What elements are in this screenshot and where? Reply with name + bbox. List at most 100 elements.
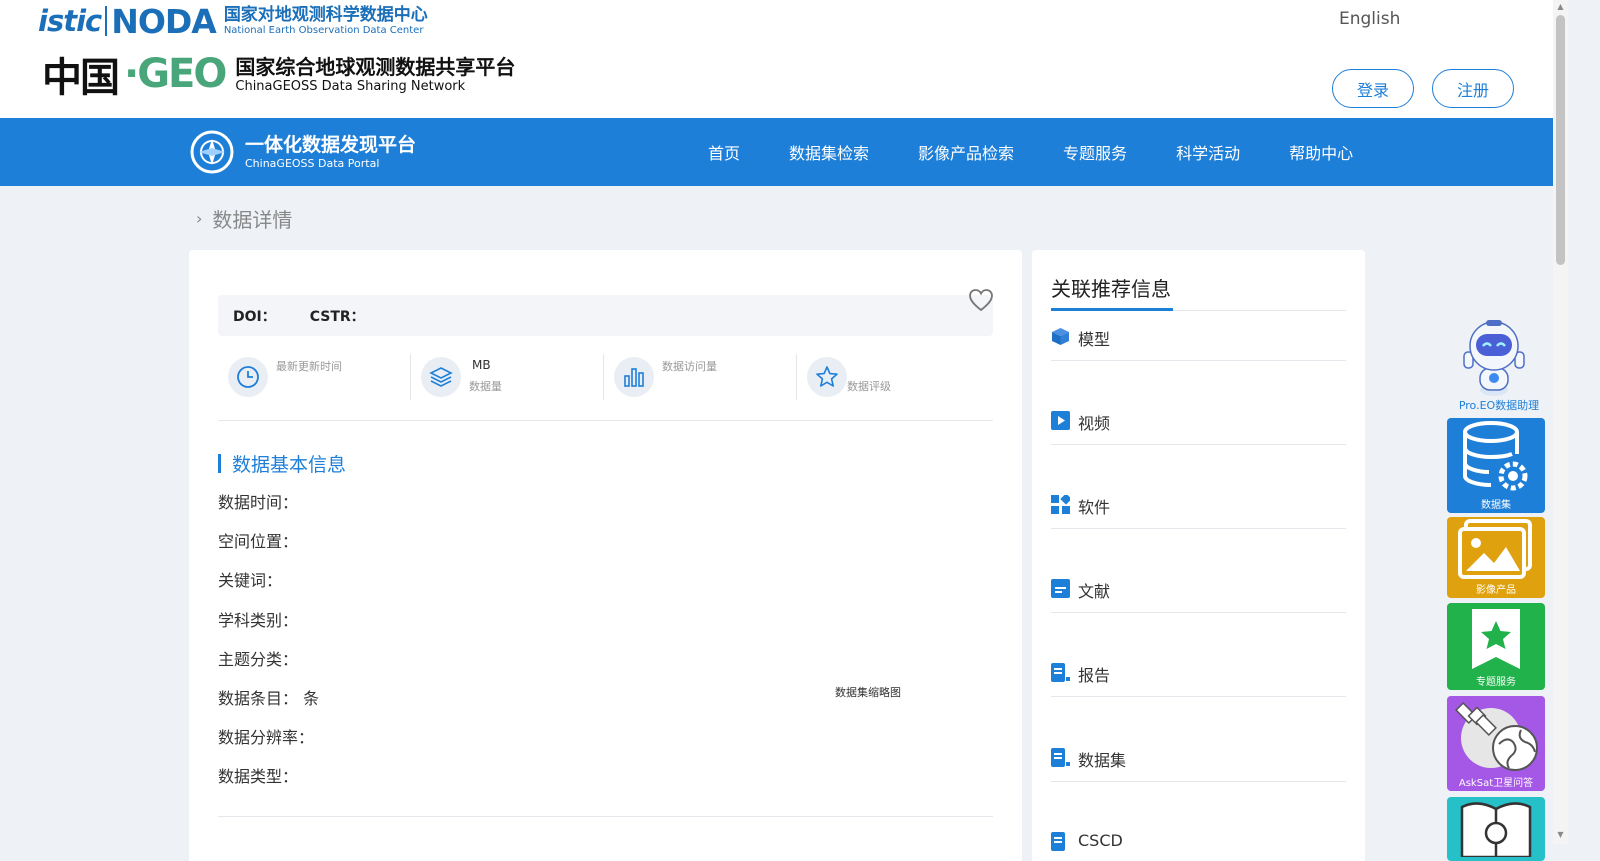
scroll-down-arrow-icon[interactable]: ▼ [1556,830,1565,840]
bar-chart-icon [614,357,654,397]
stat-value: MB [472,358,491,372]
stat-rating: 数据评级 [797,354,990,400]
rec-item-label: 数据集 [1078,751,1127,770]
tool-image-product-label: 影像产品 [1476,585,1516,596]
register-button[interactable]: 注册 [1432,69,1514,108]
assistant-robot-icon[interactable] [1456,318,1532,398]
rec-item-literature[interactable]: 文献 [1051,563,1346,613]
tool-asksat-button[interactable]: AskSat卫星问答 [1447,696,1545,791]
compass-globe-icon [190,130,234,174]
clock-icon [228,357,268,397]
grid-icon [1051,495,1070,514]
divider [218,816,993,817]
geo-logo: ·GEO [124,51,227,97]
rec-item-label: 报告 [1078,666,1111,685]
stat-visits: 数据访问量 [604,354,797,400]
tool-topic-service-label: 专题服务 [1476,677,1516,688]
layers-icon [421,357,461,397]
scroll-thumb[interactable] [1556,15,1565,265]
geoss-name-en: ChinaGEOSS Data Sharing Network [235,78,466,94]
field-topic-category: 主题分类： [218,649,299,669]
breadcrumb: › 数据详情 [196,204,292,233]
main-nav-bar: 一体化数据发现平台 ChinaGEOSS Data Portal 首页 数据集检… [0,118,1553,186]
nav-item-science-activity[interactable]: 科学活动 [1176,140,1240,164]
noda-logo: NODA [111,1,217,41]
image-gallery-icon [1458,519,1532,579]
portal-name-cn: 一体化数据发现平台 [245,133,417,156]
cstr-label: CSTR： [309,308,365,325]
field-data-time: 数据时间： [218,493,299,512]
tool-topic-service-button[interactable]: 专题服务 [1447,603,1545,690]
dataset-thumbnail: 数据集缩略图 [835,686,901,699]
rec-item-video[interactable]: 视频 [1051,395,1346,445]
rec-item-label: 模型 [1078,330,1111,349]
istic-logo: istic [38,4,102,38]
china-logo-text: 中国 [42,54,120,101]
database-gear-icon [1463,421,1528,491]
noda-logo-group[interactable]: istic NODA 国家对地观测科学数据中心 National Earth O… [38,1,428,41]
section-title-basic-info: 数据基本信息 [218,450,346,477]
field-data-type: 数据类型： [218,767,299,787]
rec-item-label: CSCD [1078,831,1123,850]
geo-logo-text: GEO [137,51,227,97]
stat-label: 数据评级 [847,380,891,393]
rec-item-cscd[interactable]: CSCD [1051,816,1346,861]
geoss-text: 国家综合地球观测数据共享平台 ChinaGEOSS Data Sharing N… [235,55,515,94]
tool-dataset-button[interactable]: 数据集 [1447,418,1545,513]
tool-dataset-label: 数据集 [1481,500,1511,511]
recommendation-panel: 关联推荐信息 模型 视频 软件 文献 报告 数据集 CSCD [1032,250,1365,861]
field-data-entries: 数据条目： 条 [218,688,320,708]
nav-menu: 首页 数据集检索 影像产品检索 专题服务 科学活动 帮助中心 [708,118,1402,186]
field-resolution: 数据分辨率： [218,728,315,748]
rec-item-model[interactable]: 模型 [1051,311,1346,361]
nav-item-image-search[interactable]: 影像产品检索 [918,140,1014,164]
page-scrollbar[interactable]: ▲ ▼ [1553,0,1568,844]
portal-name-en: ChinaGEOSS Data Portal [245,156,380,170]
data-detail-card: DOI： CSTR： 最新更新时间 MB 数据量 数据访问量 数据评级 数据基本… [189,250,1022,861]
rec-item-report[interactable]: 报告 [1051,647,1346,697]
nav-item-home[interactable]: 首页 [708,140,740,164]
assistant-label[interactable]: Pro.EO数据助理 [1446,397,1552,413]
nav-item-dataset-search[interactable]: 数据集检索 [789,140,869,164]
heart-icon[interactable] [967,286,995,314]
breadcrumb-current: 数据详情 [212,208,293,232]
portal-logo[interactable]: 一体化数据发现平台 ChinaGEOSS Data Portal [189,128,416,176]
geoss-logo-group[interactable]: 中国 ·GEO 国家综合地球观测数据共享平台 ChinaGEOSS Data S… [42,46,515,102]
scroll-up-arrow-icon[interactable]: ▲ [1556,2,1565,12]
geoss-name-cn: 国家综合地球观测数据共享平台 [235,54,516,79]
stat-label: 数据量 [469,380,502,393]
star-bookmark-icon [1472,609,1520,669]
rec-item-dataset[interactable]: 数据集 [1051,732,1346,782]
rec-item-label: 视频 [1078,414,1111,433]
report-icon [1051,663,1070,682]
report-icon [1051,748,1070,767]
tool-asksat-label: AskSat卫星问答 [1458,778,1534,789]
logo-divider [105,6,108,36]
stat-label: 数据访问量 [662,360,717,373]
noda-text: 国家对地观测科学数据中心 National Earth Observation … [224,5,428,37]
portal-text: 一体化数据发现平台 ChinaGEOSS Data Portal [245,134,416,171]
language-switch-link[interactable]: English [1339,9,1400,29]
open-book-icon [1460,802,1532,857]
tool-image-product-button[interactable]: 影像产品 [1447,517,1545,598]
field-spatial-location: 空间位置： [218,532,299,552]
report-icon [1051,832,1065,851]
noda-name-cn: 国家对地观测科学数据中心 [223,5,428,25]
tool-knowledge-button[interactable] [1447,797,1545,861]
stat-data-size: MB 数据量 [411,354,604,400]
nav-item-topic-service[interactable]: 专题服务 [1063,140,1127,164]
doi-bar: DOI： CSTR： [218,295,993,336]
stats-row: 最新更新时间 MB 数据量 数据访问量 数据评级 [218,354,993,400]
rec-item-software[interactable]: 软件 [1051,479,1346,529]
recommendation-title: 关联推荐信息 [1051,277,1171,301]
stat-label: 最新更新时间 [276,360,342,373]
login-button[interactable]: 登录 [1332,69,1414,108]
nav-item-help-center[interactable]: 帮助中心 [1289,140,1353,164]
star-icon [807,357,847,397]
section-title-text: 数据基本信息 [232,454,347,476]
stat-update-time: 最新更新时间 [218,354,411,400]
chevron-right-icon: › [196,209,203,228]
divider [218,420,993,421]
rec-item-label: 软件 [1078,498,1111,517]
noda-name-en: National Earth Observation Data Center [223,25,424,36]
